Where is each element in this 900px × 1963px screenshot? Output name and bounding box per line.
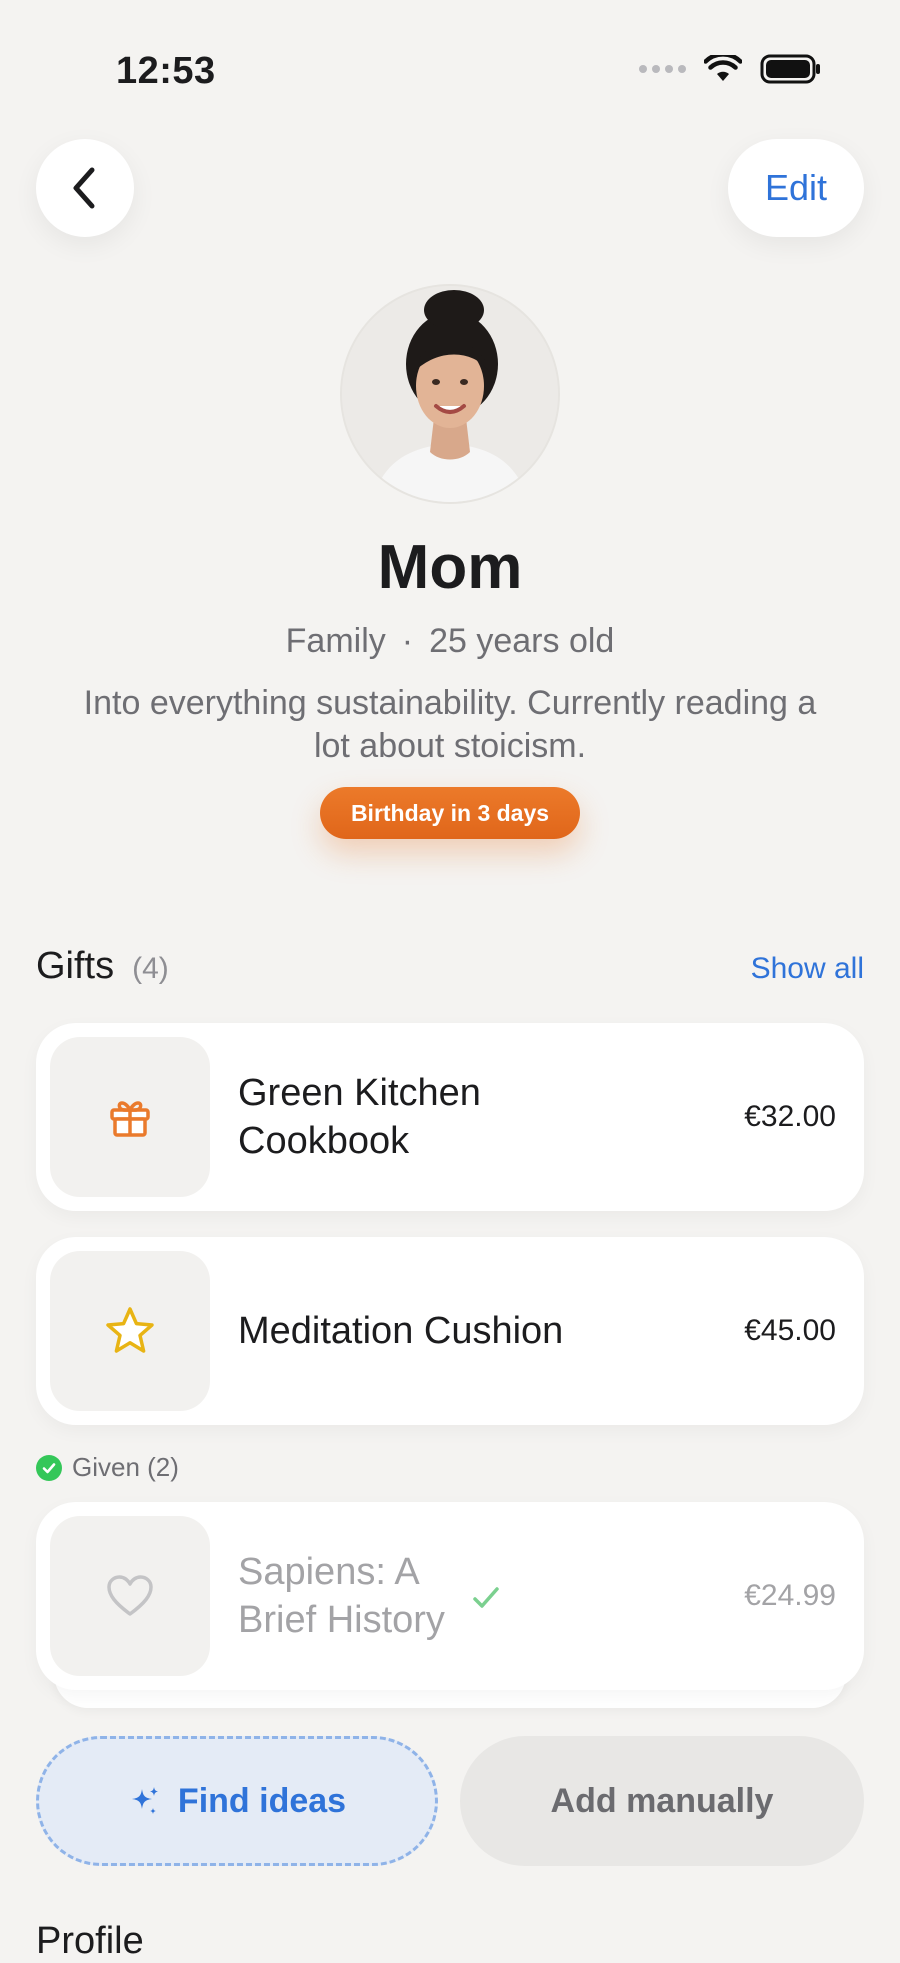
gift-title: Green Kitchen Cookbook bbox=[238, 1072, 481, 1162]
gift-thumbnail bbox=[50, 1251, 210, 1411]
back-button[interactable] bbox=[36, 139, 134, 237]
status-time: 12:53 bbox=[116, 50, 216, 92]
given-gift-card[interactable]: Sapiens: A Brief History €24.99 bbox=[36, 1502, 864, 1690]
gifts-title: Gifts bbox=[36, 945, 115, 987]
gift-title: Sapiens: A Brief History bbox=[238, 1551, 445, 1641]
find-ideas-label: Find ideas bbox=[177, 1781, 347, 1820]
show-all-link[interactable]: Show all bbox=[751, 952, 864, 986]
gift-price: €32.00 bbox=[744, 1100, 836, 1133]
gifts-count: (4) bbox=[132, 952, 169, 985]
cellular-signal-icon bbox=[639, 65, 686, 73]
birthday-badge: Birthday in 3 days bbox=[320, 787, 580, 839]
edit-button[interactable]: Edit bbox=[728, 139, 864, 237]
checkmark-icon bbox=[473, 1587, 499, 1608]
check-circle-icon bbox=[36, 1454, 62, 1481]
meta-separator: · bbox=[401, 622, 414, 660]
profile-bio: Into everything sustainability. Currentl… bbox=[83, 684, 817, 765]
chevron-left-icon bbox=[73, 167, 95, 209]
gift-price: €45.00 bbox=[744, 1314, 836, 1347]
wifi-icon bbox=[704, 55, 742, 81]
relation-label: Family bbox=[285, 622, 386, 660]
avatar-photo bbox=[342, 286, 558, 502]
gift-price: €24.99 bbox=[744, 1579, 836, 1612]
gift-title: Meditation Cushion bbox=[238, 1310, 564, 1352]
gift-icon bbox=[110, 1101, 150, 1137]
battery-icon bbox=[760, 54, 820, 84]
heart-icon bbox=[107, 1575, 153, 1616]
avatar bbox=[342, 286, 558, 502]
gift-thumbnail bbox=[50, 1037, 210, 1197]
gifts-title-group: Gifts (4) bbox=[36, 945, 169, 988]
star-icon bbox=[106, 1307, 154, 1353]
sparkle-icon bbox=[131, 1787, 158, 1814]
age-label: 25 years old bbox=[429, 622, 615, 660]
gift-thumbnail bbox=[50, 1516, 210, 1676]
profile-name: Mom bbox=[377, 533, 523, 602]
add-manually-button[interactable]: Add manually bbox=[460, 1736, 864, 1866]
gift-card[interactable]: Green Kitchen Cookbook €32.00 bbox=[36, 1023, 864, 1211]
status-icons bbox=[639, 54, 822, 84]
given-label-text: Given (2) bbox=[72, 1452, 179, 1482]
find-ideas-button[interactable]: Find ideas bbox=[36, 1736, 438, 1866]
profile-meta: Family · 25 years old bbox=[0, 622, 900, 661]
gift-card[interactable]: Meditation Cushion €45.00 bbox=[36, 1237, 864, 1425]
gifts-header: Gifts (4) Show all bbox=[36, 945, 864, 988]
given-section-label: Given (2) bbox=[36, 1452, 179, 1483]
status-bar: 12:53 bbox=[0, 0, 900, 140]
